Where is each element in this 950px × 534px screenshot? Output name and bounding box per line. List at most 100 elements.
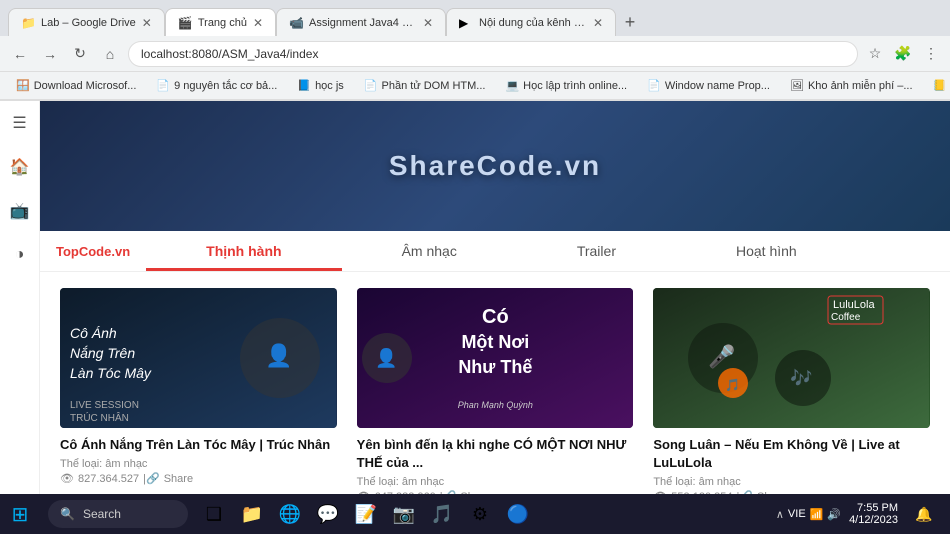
up-arrow-icon[interactable]: ∧ (776, 508, 784, 521)
bookmark-favicon: 📄 (364, 79, 378, 92)
svg-text:Làn Tóc Mây: Làn Tóc Mây (70, 365, 152, 381)
svg-text:Coffee: Coffee (831, 312, 861, 323)
taskbar: ⊞ 🔍 Search ❑ 📁 🌐 💬 📝 📷 🎵 ⚙ 🔵 (0, 494, 950, 534)
menu-icon[interactable]: ⋮ (920, 43, 942, 65)
new-tab-button[interactable]: + (616, 8, 644, 36)
svg-text:Như Thế: Như Thế (458, 357, 533, 377)
taskbar-search[interactable]: 🔍 Search (48, 500, 188, 528)
volume-icon[interactable]: 🔊 (827, 508, 841, 521)
svg-text:LIVE SESSION: LIVE SESSION (70, 400, 139, 411)
taskbar-app-edge[interactable]: 🌐 (272, 496, 308, 532)
back-button[interactable]: ← (8, 42, 32, 66)
tab-assignment[interactable]: 📹 Assignment Java4 Final FPOLY IT... ✕ (276, 8, 446, 36)
bookmark-label: học js (315, 80, 344, 92)
tab-label-youtube: Nội dung của kênh – YouTube St... (479, 17, 587, 29)
tab-close-assignment[interactable]: ✕ (423, 16, 433, 30)
bookmark-microsoft[interactable]: 🪟 Download Microsof... (8, 77, 144, 94)
taskbar-app-vscode[interactable]: 📝 (348, 496, 384, 532)
tab-thinhhành[interactable]: Thịnh hành (146, 231, 341, 271)
chrome-icon: 🔵 (507, 504, 529, 525)
taskbar-app-explorer[interactable]: 📁 (234, 496, 270, 532)
camera-icon: 📷 (393, 504, 415, 525)
bookmark-favicon: 📒 (933, 79, 947, 92)
page: ☰ 🏠 📺 ◑ ShareCode.vn TopCode.vn Thịnh hà… (0, 101, 950, 495)
extension-icon[interactable]: 🧩 (892, 43, 914, 65)
video-card-2[interactable]: Có Một Nơi Như Thế Phan Mạnh Quỳnh 👤 Yên… (357, 288, 634, 495)
bookmark-star-icon[interactable]: ☆ (864, 43, 886, 65)
sidebar-home-icon[interactable]: ☰ (6, 109, 34, 137)
video-title-1: Cô Ánh Nắng Trên Làn Tóc Mây | Trúc Nhân (60, 436, 337, 454)
start-button[interactable]: ⊞ (0, 494, 40, 534)
bookmark-hoclaptrinh[interactable]: 💻 Học lập trình online... (497, 77, 635, 94)
taskbar-sys-icons: ∧ VIE 📶 🔊 (776, 508, 841, 521)
svg-text:🎤: 🎤 (708, 343, 735, 369)
media-icon: 🎵 (431, 504, 453, 525)
tab-google-drive[interactable]: 📁 Lab – Google Drive ✕ (8, 8, 165, 36)
taskbar-app-chat[interactable]: 💬 (310, 496, 346, 532)
bookmark-hocjs[interactable]: 📘 học js (289, 77, 351, 94)
chat-icon: 💬 (317, 504, 339, 525)
taskbar-right: ∧ VIE 📶 🔊 7:55 PM 4/12/2023 🔔 (776, 496, 950, 532)
bookmark-sotay[interactable]: 📒 Sổ tay Lập trình DO... (925, 77, 950, 94)
taskbar-app-camera[interactable]: 📷 (386, 496, 422, 532)
svg-text:👤: 👤 (375, 347, 397, 368)
video-grid: Cô Ánh Nắng Trên Làn Tóc Mây LIVE SESSIO… (40, 272, 950, 495)
explorer-icon: 📁 (241, 504, 263, 525)
bookmark-label: Download Microsof... (34, 80, 137, 92)
toolbar-icons: ☆ 🧩 ⋮ (864, 43, 942, 65)
video-stats-1: 👁 827.364.527 |🔗 Share (60, 472, 337, 485)
tab-amnhac[interactable]: Âm nhạc (342, 231, 517, 271)
tab-hoathinh[interactable]: Hoạt hình (676, 231, 857, 271)
taskbar-app-settings[interactable]: ⚙ (462, 496, 498, 532)
bookmarks-bar: 🪟 Download Microsof... 📄 9 nguyên tắc cơ… (0, 72, 950, 100)
video-card-1[interactable]: Cô Ánh Nắng Trên Làn Tóc Mây LIVE SESSIO… (60, 288, 337, 495)
taskbar-app-chrome[interactable]: 🔵 (500, 496, 536, 532)
svg-text:Có: Có (482, 306, 509, 328)
wifi-icon[interactable]: 📶 (810, 508, 824, 521)
tab-label-drive: Lab – Google Drive (41, 17, 136, 29)
tab-trailer[interactable]: Trailer (517, 231, 676, 271)
video-thumb-3: LuluLola Coffee 🎤 🎶 🎵 (653, 288, 930, 428)
tab-youtube[interactable]: ▶ Nội dung của kênh – YouTube St... ✕ (446, 8, 616, 36)
sidebar-menu-icon[interactable]: 🏠 (6, 153, 34, 181)
video-genre-2: Thể loại: âm nhạc (357, 476, 634, 488)
bookmark-9nguyen[interactable]: 📄 9 nguyên tắc cơ bả... (148, 77, 285, 94)
notification-button[interactable]: 🔔 (906, 496, 942, 532)
sidebar-theme-icon[interactable]: ◑ (6, 241, 34, 269)
clock-time: 7:55 PM (849, 502, 898, 514)
svg-text:Cô Ánh: Cô Ánh (70, 325, 117, 341)
tab-close-youtube[interactable]: ✕ (593, 16, 603, 30)
tab-trangchu[interactable]: 🎬 Trang chủ ✕ (165, 8, 276, 36)
bookmark-windowname[interactable]: 📄 Window name Prop... (639, 77, 778, 94)
site-logo[interactable]: TopCode.vn (40, 236, 146, 267)
tab-close-drive[interactable]: ✕ (142, 16, 152, 30)
reload-button[interactable]: ↻ (68, 42, 92, 66)
tab-favicon-youtube: ▶ (459, 16, 473, 30)
video-card-3[interactable]: LuluLola Coffee 🎤 🎶 🎵 Song Luân – Nếu Em… (653, 288, 930, 495)
taskbar-time[interactable]: 7:55 PM 4/12/2023 (849, 502, 898, 526)
tab-bar: 📁 Lab – Google Drive ✕ 🎬 Trang chủ ✕ 📹 A… (0, 0, 950, 36)
home-button[interactable]: ⌂ (98, 42, 122, 66)
windows-logo-icon: ⊞ (12, 502, 29, 527)
tab-favicon-trangchu: 🎬 (178, 16, 192, 30)
tab-label-assignment: Assignment Java4 Final FPOLY IT... (309, 17, 417, 29)
bookmark-favicon: 💻 (505, 79, 519, 92)
address-input[interactable] (128, 41, 858, 67)
tab-close-trangchu[interactable]: ✕ (253, 16, 263, 30)
bookmark-dom[interactable]: 📄 Phần tử DOM HTM... (356, 77, 494, 94)
sidebar-video-icon[interactable]: 📺 (6, 197, 34, 225)
video-genre-3: Thể loại: âm nhạc (653, 476, 930, 488)
tab-label-trangchu: Trang chủ (198, 17, 247, 29)
hero-banner: ShareCode.vn (40, 101, 950, 231)
sidebar: ☰ 🏠 📺 ◑ (0, 101, 40, 495)
vscode-icon: 📝 (355, 504, 377, 525)
forward-button[interactable]: → (38, 42, 62, 66)
taskbar-app-media[interactable]: 🎵 (424, 496, 460, 532)
address-bar: ← → ↻ ⌂ ☆ 🧩 ⋮ (0, 36, 950, 72)
taskbar-app-taskview[interactable]: ❑ (196, 496, 232, 532)
bookmark-favicon: 📄 (647, 79, 661, 92)
bookmark-khoanhmienphi[interactable]: 🖼 Kho ảnh miễn phí –... (782, 77, 921, 94)
bookmark-label: 9 nguyên tắc cơ bả... (174, 80, 277, 92)
nav-tabs: TopCode.vn Thịnh hành Âm nhạc Trailer Ho… (40, 231, 950, 272)
notification-icon: 🔔 (915, 506, 932, 523)
